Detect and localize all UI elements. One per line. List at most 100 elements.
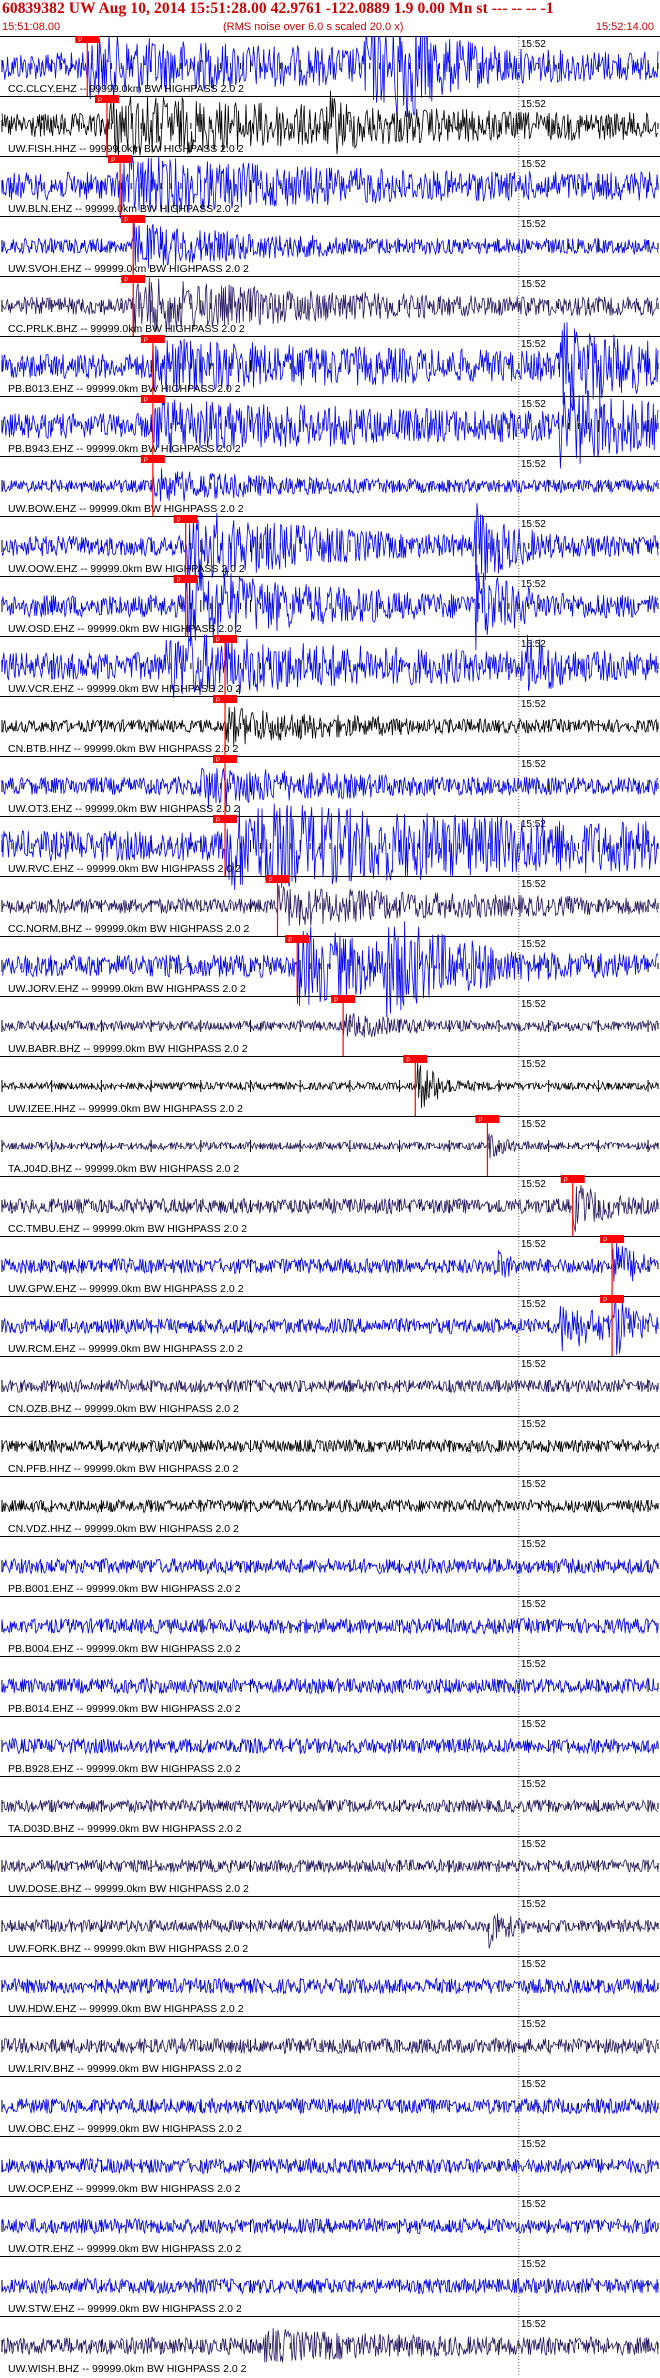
waveform [1,1737,659,1755]
trace-row: 15:52 UW.OTR.EHZ -- 99999.0km BW HIGHPASS… [0,2196,660,2255]
channel-label: CN.BTB.HHZ -- 99999.0km BW HIGHPASS 2.0 … [8,743,238,755]
trace-row: 15:52 UW.HDW.EHZ -- 99999.0km BW HIGHPASS… [0,1956,660,2015]
channel-label: UW.FORK.BHZ -- 99999.0km BW HIGHPASS 2.0… [8,1943,248,1955]
waveform [1,2097,659,2115]
trace-row: 15:52 UW.OCP.EHZ -- 99999.0km BW HIGHPASS… [0,2136,660,2195]
channel-label: PB.B928.EHZ -- 99999.0km BW HIGHPASS 2.0… [8,1763,241,1775]
trace-row: 15:52 UW.BOW.EHZ -- 99999.0km BW HIGHPASS… [0,455,660,516]
minute-label: 15:52 [521,2139,546,2150]
trace-row: 15:52 UW.BLN.EHZ -- 99999.0km BW HIGHPASS… [0,155,660,219]
channel-label: UW.OBC.EHZ -- 99999.0km BW HIGHPASS 2.0 … [8,2123,242,2135]
minute-label: 15:52 [521,1119,546,1130]
minute-label: 15:52 [521,219,546,230]
minute-label: 15:52 [521,2319,546,2330]
pick-label: P [124,278,128,284]
pick-label: P [216,698,220,704]
channel-label: UW.BABR.BHZ -- 99999.0km BW HIGHPASS 2.0… [8,1043,248,1055]
channel-label: CC.TMBU.EHZ -- 99999.0km BW HIGHPASS 2.0… [8,1223,247,1235]
trace-row: 15:52 UW.OBC.EHZ -- 99999.0km BW HIGHPASS… [0,2076,660,2135]
waveform [1,1858,659,1874]
channel-label: UW.FISH.HHZ -- 99999.0km BW HIGHPASS 2.0… [8,143,244,155]
minute-label: 15:52 [521,999,546,1010]
waveform [1,921,659,1017]
channel-label: PB.B013.EHZ -- 99999.0km BW HIGHPASS 2.0… [8,383,241,395]
trace-row: 15:52 CN.BTB.HHZ -- 99999.0km BW HIGHPASS… [0,695,660,756]
channel-label: UW.RVC.EHZ -- 99999.0km BW HIGHPASS 2.0 … [8,863,241,875]
channel-label: CC.CLCY.EHZ -- 99999.0km BW HIGHPASS 2.0… [8,83,244,95]
pick-label: P [564,1178,568,1184]
pick-label: P [288,938,292,944]
pick-label: P [216,758,220,764]
pick-label: P [334,998,338,1004]
channel-label: UW.WISH.BHZ -- 99999.0km BW HIGHPASS 2.0… [8,2363,247,2375]
trace-row: 15:52 UW.RVC.EHZ -- 99999.0km BW HIGHPASS… [0,803,660,891]
trace-row: 15:52 CN.OZB.BHZ -- 99999.0km BW HIGHPASS… [0,1356,660,1415]
channel-label: UW.OCP.EHZ -- 99999.0km BW HIGHPASS 2.0 … [8,2183,241,2195]
channel-label: UW.LRIV.BHZ -- 99999.0km BW HIGHPASS 2.0… [8,2063,242,2075]
waveform [1,706,659,747]
channel-label: UW.GPW.EHZ -- 99999.0km BW HIGHPASS 2.0 … [8,1283,244,1295]
minute-label: 15:52 [521,39,546,50]
trace-row: 15:52 PB.B014.EHZ -- 99999.0km BW HIGHPAS… [0,1656,660,1715]
start-time: 15:51:08.00 [2,21,61,33]
pick-label: P [177,518,181,524]
trace-row: 15:52 CC.PRLK.BHZ -- 99999.0km BW HIGHPAS… [0,275,660,336]
pick-label: P [406,1058,410,1064]
channel-label: CC.PRLK.BHZ -- 99999.0km BW HIGHPASS 2.0… [8,323,245,335]
channel-label: UW.JORV.EHZ -- 99999.0km BW HIGHPASS 2.0… [8,983,246,995]
trace-row: 15:52 TA.D03D.BHZ -- 99999.0km BW HIGHPAS… [0,1776,660,1835]
pick-label: P [177,578,181,584]
minute-label: 15:52 [521,1779,546,1790]
trace-row: 15:52 UW.RCM.EHZ -- 99999.0km BW HIGHPASS… [0,1295,660,1356]
minute-label: 15:52 [521,2199,546,2210]
waveform [1,1617,659,1635]
event-title: 60839382 UW Aug 10, 2014 15:51:28.00 42.… [2,0,554,17]
channel-label: UW.STW.EHZ -- 99999.0km BW HIGHPASS 2.0 … [8,2303,242,2315]
trace-row: 15:52 PB.B004.EHZ -- 99999.0km BW HIGHPAS… [0,1596,660,1655]
pick-label: P [78,38,82,44]
channel-label: UW.OSD.EHZ -- 99999.0km BW HIGHPASS 2.0 … [8,623,242,635]
channel-label: UW.OT3.EHZ -- 99999.0km BW HIGHPASS 2.0 … [8,803,240,815]
channel-label: CN.PFB.HHZ -- 99999.0km BW HIGHPASS 2.0 … [8,1463,238,1475]
minute-label: 15:52 [521,1839,546,1850]
minute-label: 15:52 [521,1899,546,1910]
trace-row: 15:52UW.VCR.EHZ -- 99999.0km BW HIGHPASS… [0,634,660,699]
trace-row: 15:52 UW.WISH.BHZ -- 99999.0km BW HIGHPAS… [0,2316,660,2375]
minute-label: 15:52 [521,879,546,890]
minute-label: 15:52 [521,2019,546,2030]
minute-label: 15:52 [521,2259,546,2270]
trace-row: 15:52 UW.OSD.EHZ -- 99999.0km BW HIGHPASS… [0,564,660,651]
trace-row: 15:52 UW.LRIV.BHZ -- 99999.0km BW HIGHPAS… [0,2016,660,2075]
minute-label: 15:52 [521,459,546,470]
waveform [1,1557,659,1575]
minute-label: 15:52 [521,1359,546,1370]
minute-label: 15:52 [521,279,546,290]
channel-label: UW.BOW.EHZ -- 99999.0km BW HIGHPASS 2.0 … [8,503,244,515]
pick-label: P [478,1118,482,1124]
waveform [1,1677,659,1695]
pick-label: P [216,818,220,824]
channel-label: CC.NORM.BHZ -- 99999.0km BW HIGHPASS 2.0… [8,923,250,935]
trace-row: 15:52 UW.OT3.EHZ -- 99999.0km BW HIGHPASS… [0,755,660,816]
pick-label: P [111,158,115,164]
channel-label: TA.D03D.BHZ -- 99999.0km BW HIGHPASS 2.0… [8,1823,242,1835]
trace-row: 15:52 UW.JORV.EHZ -- 99999.0km BW HIGHPAS… [0,921,660,1017]
minute-label: 15:52 [521,399,546,410]
pick-label: P [144,398,148,404]
minute-label: 15:52 [521,699,546,710]
trace-row: 15:52 UW.STW.EHZ -- 99999.0km BW HIGHPASS… [0,2256,660,2315]
minute-label: 15:52 [521,99,546,110]
pick-label: P [144,338,148,344]
scaling-note: (RMS noise over 6.0 s scaled 20.0 x) [223,21,404,33]
channel-label: PB.B014.EHZ -- 99999.0km BW HIGHPASS 2.0… [8,1703,241,1715]
trace-row: 15:52 UW.FORK.BHZ -- 99999.0km BW HIGHPAS… [0,1896,660,1955]
minute-label: 15:52 [521,339,546,350]
channel-label: UW.BLN.EHZ -- 99999.0km BW HIGHPASS 2.0 … [8,203,240,215]
trace-row: 15:52 UW.IZEE.HHZ -- 99999.0km BW HIGHPAS… [0,1055,660,1116]
trace-row: 15:52 UW.GPW.EHZ -- 99999.0km BW HIGHPASS… [0,1235,660,1296]
minute-label: 15:52 [521,939,546,950]
waveform [1,1242,659,1282]
minute-label: 15:52 [521,519,546,530]
minute-label: 15:52 [521,159,546,170]
minute-label: 15:52 [521,1599,546,1610]
